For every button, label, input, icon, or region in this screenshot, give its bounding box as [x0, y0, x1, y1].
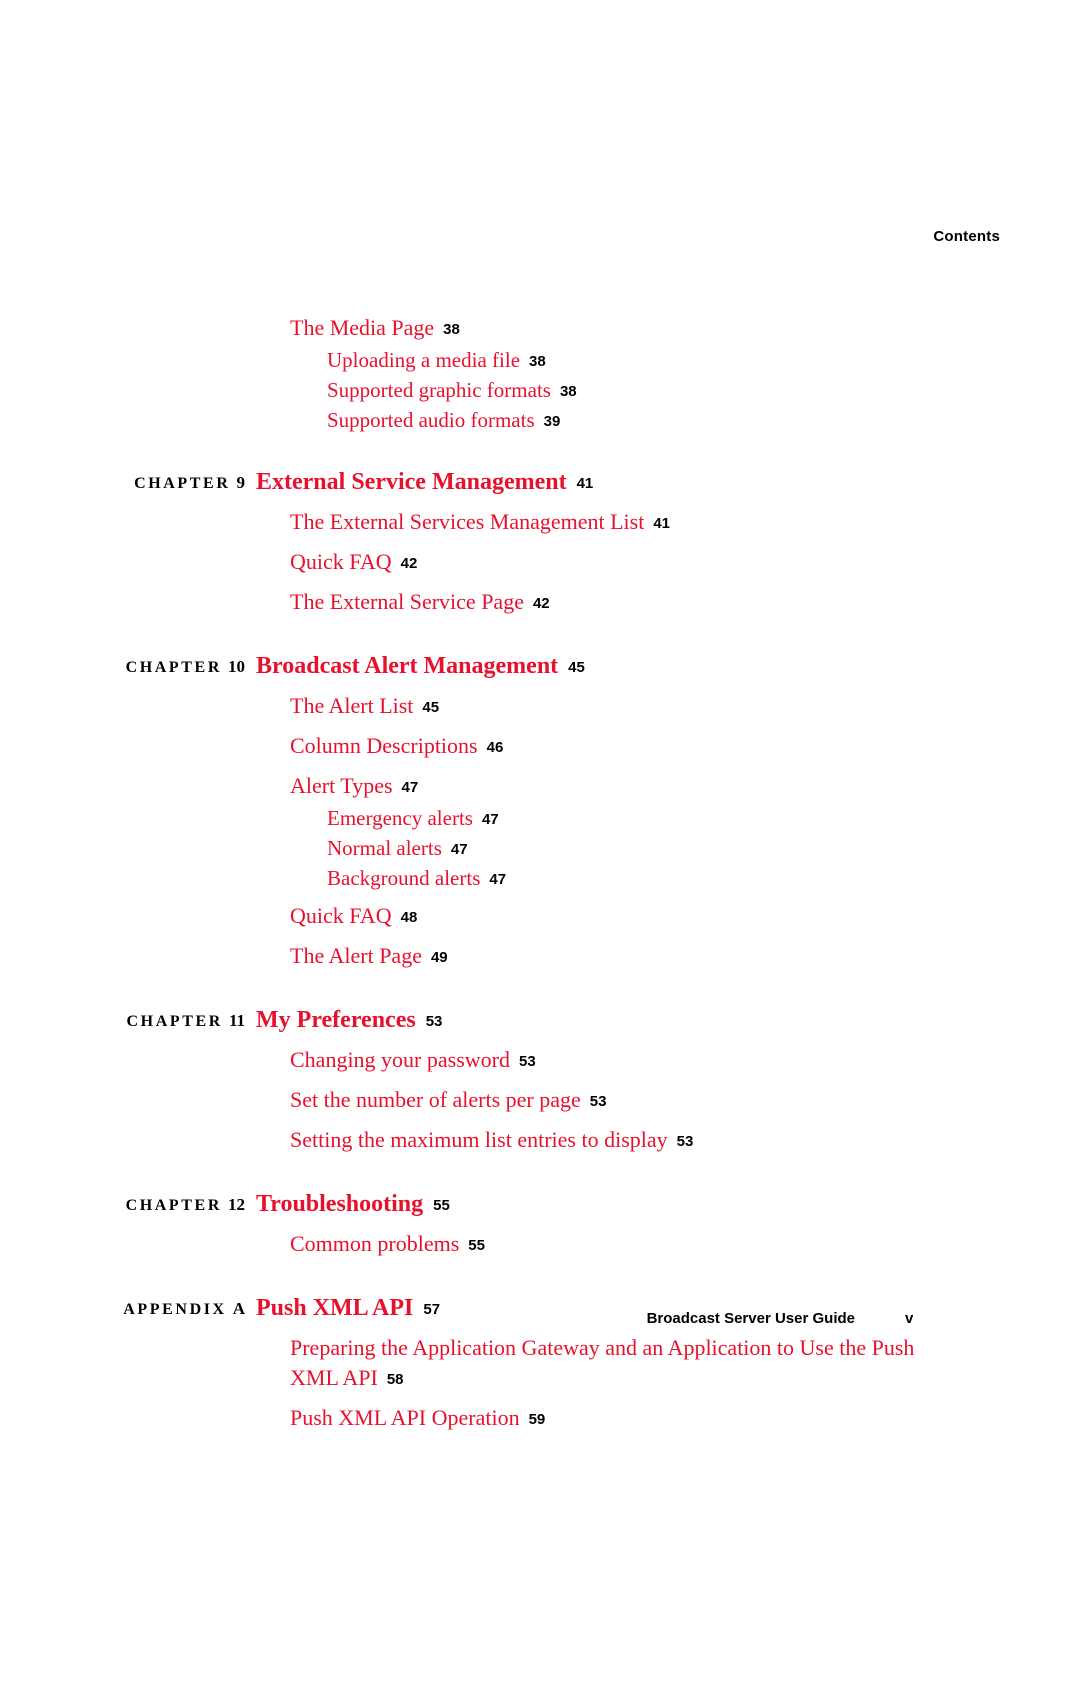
- toc-entry-level-1[interactable]: Common problems 55: [290, 1229, 930, 1261]
- toc-section-title-text: Troubleshooting: [256, 1191, 424, 1217]
- toc-section-title-text: External Service Management: [256, 469, 567, 495]
- toc-entry-page-number: 46: [486, 739, 504, 756]
- toc-section-kind-label: CHAPTER 11: [0, 1011, 246, 1031]
- toc-entry-level-1[interactable]: Column Descriptions 46: [290, 731, 930, 763]
- toc-section-title-text: My Preferences: [256, 1007, 416, 1033]
- toc-section-kind-word: CHAPTER: [125, 1197, 222, 1214]
- toc-entry-label: Preparing the Application Gateway and an…: [290, 1335, 915, 1390]
- toc-entry-page-number: 47: [481, 811, 499, 828]
- toc-section-kind-word: CHAPTER: [134, 475, 231, 492]
- toc-entry-label: The Alert List: [290, 693, 414, 718]
- running-head-contents: Contents: [933, 228, 1000, 245]
- toc-section-heading[interactable]: CHAPTER 9 External Service Management 41: [0, 469, 1080, 499]
- toc-entry-label: Quick FAQ: [290, 549, 392, 574]
- toc-entry-page-number: 59: [528, 1411, 546, 1428]
- toc-entry-label: Supported graphic formats: [327, 378, 551, 402]
- toc-section-kind-label: CHAPTER 10: [0, 657, 245, 677]
- toc-entry-page-number: 53: [676, 1133, 694, 1150]
- toc-section-kind-label: CHAPTER 9: [0, 473, 245, 493]
- toc-entry-page-number: 58: [386, 1371, 404, 1388]
- toc-entry-label: Set the number of alerts per page: [290, 1087, 581, 1112]
- toc-entry-page-number: 38: [559, 383, 577, 400]
- toc-section-page-number: 41: [576, 475, 594, 492]
- toc-entry-page-number: 45: [422, 699, 440, 716]
- toc-entry-label: Changing your password: [290, 1047, 510, 1072]
- toc-section-title[interactable]: Troubleshooting 55: [256, 1191, 450, 1218]
- footer-page-number: v: [905, 1310, 914, 1327]
- page-footer: Broadcast Server User Guide v: [0, 1310, 1080, 1334]
- toc-entry-label: Quick FAQ: [290, 903, 392, 928]
- toc-entry-level-1[interactable]: The Alert Page 49: [290, 941, 930, 973]
- toc-entry-label: Common problems: [290, 1231, 460, 1256]
- toc-entry-level-1[interactable]: Set the number of alerts per page 53: [290, 1085, 930, 1117]
- toc-section-number: 10: [228, 657, 245, 676]
- toc-entry-level-2[interactable]: Normal alerts 47: [327, 835, 947, 863]
- toc-entry-page-number: 38: [443, 321, 460, 338]
- toc-entry-page-number: 53: [589, 1093, 607, 1110]
- toc-entry-page-number: 42: [400, 555, 418, 572]
- toc-entry-label: Setting the maximum list entries to disp…: [290, 1127, 668, 1152]
- toc-entry-label: Push XML API Operation: [290, 1405, 520, 1430]
- toc-section-kind-word: CHAPTER: [126, 1013, 223, 1030]
- toc-section-number: 11: [228, 1011, 245, 1030]
- toc-entry-level-1[interactable]: Setting the maximum list entries to disp…: [290, 1125, 930, 1157]
- toc-section-heading[interactable]: CHAPTER 12 Troubleshooting 55: [0, 1191, 1080, 1221]
- toc-entry-label: The External Service Page: [290, 589, 524, 614]
- toc-entry-label: Background alerts: [327, 866, 481, 890]
- toc-entry-label: Emergency alerts: [327, 806, 473, 830]
- toc-entry-page-number: 47: [450, 841, 468, 858]
- toc-entry-page-number: 47: [401, 779, 419, 796]
- toc-section-page-number: 53: [425, 1013, 443, 1030]
- table-of-contents: The Media Page 38 Uploading a media file 38…: [0, 305, 1080, 1435]
- toc-entry-level-1[interactable]: Quick FAQ 42: [290, 547, 930, 579]
- toc-entry-page-number: 47: [489, 871, 507, 888]
- toc-entry-level-2[interactable]: Background alerts 47: [327, 865, 947, 893]
- toc-entry-label: Alert Types: [290, 773, 393, 798]
- toc-section-title-text: Broadcast Alert Management: [256, 653, 559, 679]
- toc-section-page-number: 55: [433, 1197, 450, 1214]
- toc-page: Contents The Media Page 38 Uploading a med…: [0, 0, 1080, 1697]
- footer-document-title: Broadcast Server User Guide: [646, 1310, 855, 1327]
- toc-entry-level-1[interactable]: Preparing the Application Gateway and an…: [290, 1333, 930, 1395]
- toc-entry-level-1[interactable]: The Media Page 38: [290, 313, 930, 345]
- toc-entry-level-2[interactable]: Uploading a media file 38: [327, 347, 947, 375]
- toc-entry-level-2[interactable]: Supported graphic formats 38: [327, 377, 947, 405]
- toc-section-title[interactable]: Broadcast Alert Management 45: [256, 653, 585, 680]
- toc-entry-label: Normal alerts: [327, 836, 442, 860]
- toc-section-heading[interactable]: CHAPTER 10 Broadcast Alert Management 45: [0, 653, 1080, 683]
- toc-entry-level-1[interactable]: The Alert List 45: [290, 691, 930, 723]
- toc-entry-level-2[interactable]: Supported audio formats 39: [327, 407, 947, 435]
- toc-entry-page-number: 48: [400, 909, 418, 926]
- toc-section-number: 9: [236, 473, 246, 492]
- toc-entry-label: The External Services Management List: [290, 509, 645, 534]
- toc-entry-page-number: 53: [518, 1053, 536, 1070]
- toc-section-number: 12: [228, 1195, 245, 1214]
- toc-entry-page-number: 41: [653, 515, 671, 532]
- toc-entry-label: Uploading a media file: [327, 348, 521, 372]
- toc-entry-page-number: 49: [430, 949, 448, 966]
- toc-entry-label: Column Descriptions: [290, 733, 478, 758]
- toc-entry-page-number: 42: [532, 595, 550, 612]
- toc-entry-page-number: 39: [543, 413, 561, 430]
- toc-section-page-number: 45: [568, 659, 585, 676]
- toc-entry-label: The Media Page: [290, 315, 435, 340]
- toc-entry-level-1[interactable]: Changing your password 53: [290, 1045, 930, 1077]
- toc-entry-level-2[interactable]: Emergency alerts 47: [327, 805, 947, 833]
- toc-entry-level-1[interactable]: Quick FAQ 48: [290, 901, 930, 933]
- toc-section-title[interactable]: My Preferences 53: [256, 1007, 442, 1034]
- toc-entry-level-1[interactable]: Alert Types 47: [290, 771, 930, 803]
- toc-section-heading[interactable]: CHAPTER 11 My Preferences 53: [0, 1007, 1080, 1037]
- toc-entry-page-number: 55: [468, 1237, 485, 1254]
- toc-entry-level-1[interactable]: Push XML API Operation 59: [290, 1403, 930, 1435]
- toc-section-kind-word: CHAPTER: [125, 659, 222, 676]
- toc-entry-level-1[interactable]: The External Services Management List 41: [290, 507, 930, 539]
- toc-section-title[interactable]: External Service Management 41: [256, 469, 593, 496]
- toc-entry-label: The Alert Page: [290, 943, 422, 968]
- toc-section-kind-label: CHAPTER 12: [0, 1195, 245, 1215]
- toc-entry-page-number: 38: [529, 353, 546, 370]
- toc-entry-level-1[interactable]: The External Service Page 42: [290, 587, 930, 619]
- toc-entry-label: Supported audio formats: [327, 408, 535, 432]
